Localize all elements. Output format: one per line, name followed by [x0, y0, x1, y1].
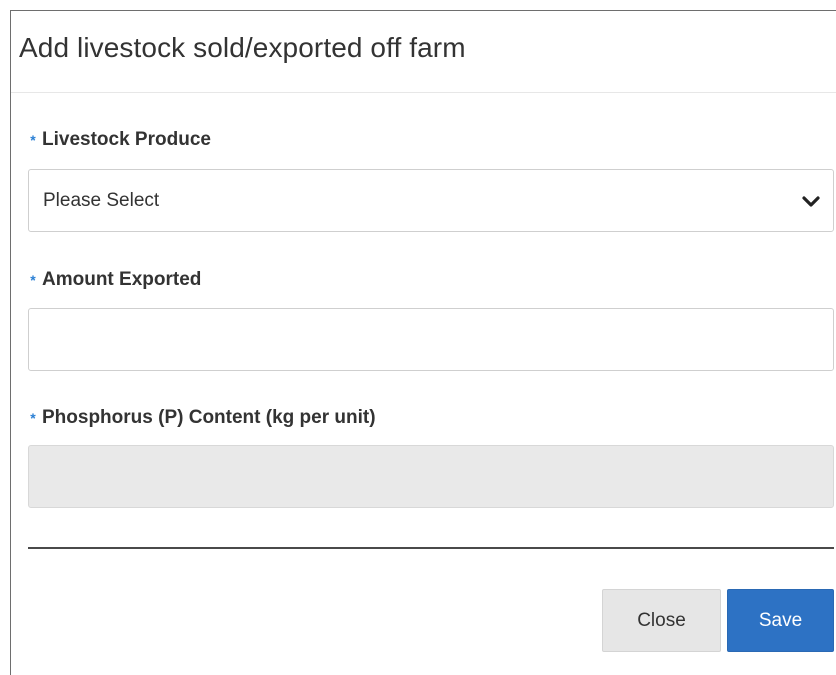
dialog-footer: Close Save	[602, 589, 834, 652]
amount-exported-input[interactable]	[28, 308, 834, 371]
livestock-produce-selected-value: Please Select	[43, 189, 160, 211]
livestock-produce-label-text: Livestock Produce	[42, 129, 211, 150]
amount-exported-label-text: Amount Exported	[42, 269, 202, 290]
phosphorus-content-label: * Phosphorus (P) Content (kg per unit)	[28, 407, 834, 429]
asterisk-icon: *	[30, 132, 36, 148]
save-button[interactable]: Save	[727, 589, 834, 652]
phosphorus-content-input	[28, 445, 834, 508]
close-button[interactable]: Close	[602, 589, 721, 652]
dialog-header: Add livestock sold/exported off farm	[11, 11, 836, 93]
add-livestock-dialog: Add livestock sold/exported off farm * L…	[10, 10, 836, 675]
asterisk-icon: *	[30, 410, 36, 426]
amount-exported-label: * Amount Exported	[28, 269, 834, 291]
dialog-title: Add livestock sold/exported off farm	[19, 32, 466, 63]
footer-divider	[28, 547, 834, 549]
livestock-produce-select[interactable]: Please Select	[28, 169, 834, 232]
chevron-down-icon	[802, 195, 820, 207]
amount-exported-field: * Amount Exported	[28, 269, 834, 371]
livestock-produce-label: * Livestock Produce	[28, 129, 834, 151]
phosphorus-content-field: * Phosphorus (P) Content (kg per unit)	[28, 407, 834, 508]
asterisk-icon: *	[30, 272, 36, 288]
livestock-produce-field: * Livestock Produce Please Select	[28, 129, 834, 232]
phosphorus-content-label-text: Phosphorus (P) Content (kg per unit)	[42, 407, 376, 428]
